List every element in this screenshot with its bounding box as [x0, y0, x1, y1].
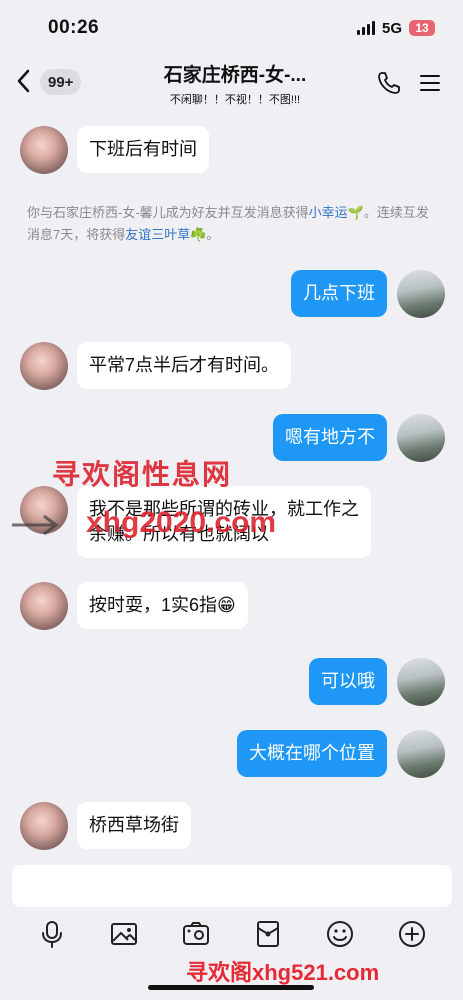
avatar[interactable]	[397, 270, 445, 318]
status-indicators: 5G 13	[356, 19, 435, 37]
menu-icon[interactable]	[418, 70, 444, 96]
message-bubble[interactable]: 可以哦	[309, 658, 387, 705]
back-icon[interactable]	[12, 68, 34, 94]
red-packet-icon[interactable]	[253, 919, 283, 949]
message-bubble[interactable]: 几点下班	[291, 270, 387, 317]
phone-icon[interactable]	[376, 70, 402, 96]
emoji-icon[interactable]	[325, 919, 355, 949]
chat-title-block[interactable]: 石家庄桥西-女-... 不闲聊！！不视！！不图!!!	[110, 60, 360, 107]
system-message-text: 你与石家庄桥西-女-馨儿成为好友并互发消息获得	[27, 205, 309, 220]
lucky-link[interactable]: 小幸运🌱	[309, 205, 364, 220]
clover-link[interactable]: 友谊三叶草☘️	[125, 227, 206, 242]
camera-icon[interactable]	[181, 919, 211, 949]
chat-header: 99+ 石家庄桥西-女-... 不闲聊！！不视！！不图!!!	[0, 56, 463, 108]
avatar[interactable]	[397, 730, 445, 778]
plus-icon[interactable]	[397, 919, 427, 949]
status-bar: 00:26 5G 13	[0, 0, 463, 56]
message-bubble[interactable]: 平常7点半后才有时间。	[77, 342, 292, 389]
unread-badge[interactable]: 99+	[40, 69, 82, 95]
status-time: 00:26	[48, 17, 100, 38]
message-bubble[interactable]: 按时耍，1实6指😁	[77, 582, 248, 629]
watermark-text: 寻欢阁性息网	[52, 459, 233, 490]
network-type: 5G	[381, 19, 402, 37]
watermark-url: xhg2020.com	[86, 506, 277, 539]
system-message: 你与石家庄桥西-女-馨儿成为好友并互发消息获得小幸运🌱。连续互发消息7天，将获得…	[27, 202, 439, 246]
watermark-footer: 寻欢阁xhg521.com	[186, 960, 380, 985]
chat-subtitle: 不闲聊！！不视！！不图!!!	[169, 94, 301, 106]
avatar[interactable]	[20, 126, 68, 174]
chat-title: 石家庄桥西-女-...	[163, 65, 307, 86]
avatar[interactable]	[397, 658, 445, 706]
image-icon[interactable]	[109, 919, 139, 949]
input-toolbar	[0, 915, 463, 955]
message-bubble[interactable]: 嗯有地方不	[273, 414, 387, 461]
message-input[interactable]	[12, 865, 452, 907]
avatar[interactable]	[397, 414, 445, 462]
watermark-arrow-icon	[12, 514, 59, 536]
system-message-text: 。	[206, 227, 220, 242]
avatar[interactable]	[20, 802, 68, 850]
avatar[interactable]	[20, 342, 68, 390]
message-bubble[interactable]: 大概在哪个位置	[237, 730, 387, 777]
home-indicator[interactable]	[148, 985, 314, 990]
message-bubble[interactable]: 桥西草场街	[77, 802, 191, 849]
signal-icon	[356, 21, 375, 35]
microphone-icon[interactable]	[37, 919, 67, 949]
avatar[interactable]	[20, 582, 68, 630]
battery-icon: 13	[409, 20, 435, 36]
message-bubble[interactable]: 下班后有时间	[77, 126, 209, 173]
